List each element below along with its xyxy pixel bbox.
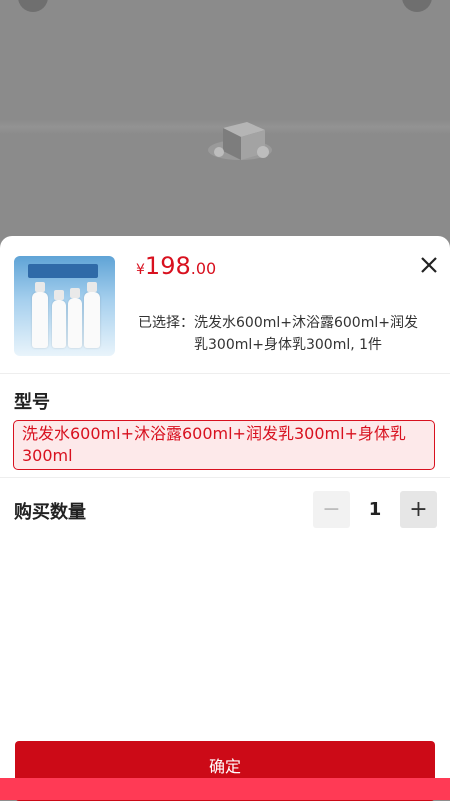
selected-value: 洗发水600ml+沐浴露600ml+润发乳300ml+身体乳300ml, 1件 — [194, 315, 418, 353]
price: ¥198.00 — [136, 252, 216, 280]
product-image-banner — [28, 264, 98, 278]
selected-summary: 已选择： 洗发水600ml+沐浴露600ml+润发乳300ml+身体乳300ml… — [138, 312, 418, 356]
bottle-shape — [84, 282, 100, 348]
quantity-decrease-button[interactable]: − — [313, 491, 350, 528]
package-box-icon — [208, 122, 272, 160]
quantity-title: 购买数量 — [14, 502, 86, 523]
close-icon[interactable] — [418, 254, 440, 276]
back-circle-icon[interactable] — [18, 0, 48, 12]
variant-option-selected[interactable]: 洗发水600ml+沐浴露600ml+润发乳300ml+身体乳300ml — [13, 420, 435, 470]
quantity-increase-button[interactable]: + — [400, 491, 437, 528]
variant-title: 型号 — [14, 392, 50, 413]
quantity-value[interactable]: 1 — [350, 491, 400, 528]
backdrop — [0, 0, 450, 240]
price-decimal: .00 — [190, 259, 217, 278]
divider — [0, 477, 450, 478]
bottom-bar — [0, 778, 450, 800]
price-integer: 198 — [144, 252, 191, 280]
bottle-shape — [32, 282, 48, 348]
bottle-shape — [68, 288, 82, 348]
selected-label: 已选择： — [138, 315, 194, 331]
sku-selector-sheet: ¥198.00 已选择： 洗发水600ml+沐浴露600ml+润发乳300ml+… — [0, 236, 450, 801]
bottle-shape — [52, 290, 66, 348]
divider — [0, 373, 450, 374]
share-circle-icon[interactable] — [402, 0, 432, 12]
price-currency: ¥ — [136, 262, 145, 278]
product-image — [14, 256, 115, 356]
